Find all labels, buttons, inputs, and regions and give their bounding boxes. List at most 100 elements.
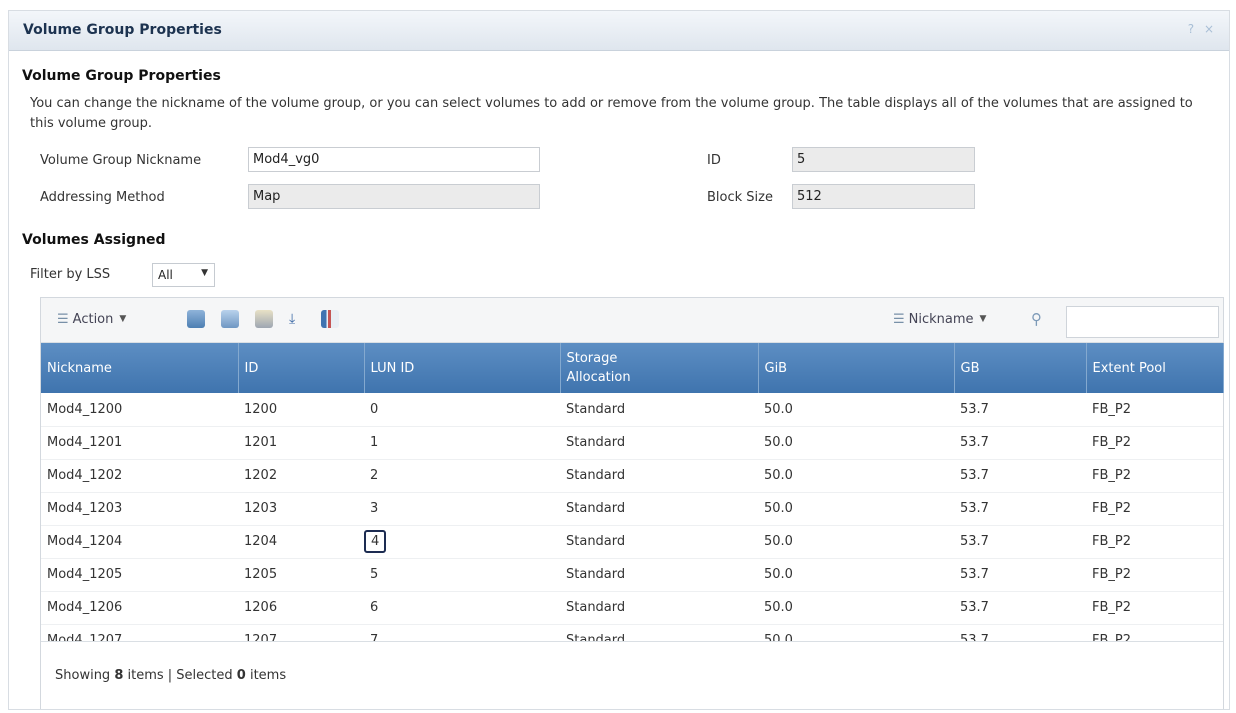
- table-row[interactable]: Mod4_1200 1200 0 Standard 50.0 53.7 FB_P…: [41, 393, 1223, 427]
- add-volume-icon[interactable]: [187, 308, 205, 330]
- table-row[interactable]: Mod4_1206 1206 6 Standard 50.0 53.7 FB_P…: [41, 591, 1223, 625]
- help-icon[interactable]: ?: [1188, 22, 1197, 36]
- nickname-filter-label: Nickname: [908, 311, 974, 327]
- cell-gb: 53.7: [954, 591, 1086, 625]
- properties-heading: Volume Group Properties: [22, 68, 221, 84]
- column-header-lun-id[interactable]: LUN ID: [364, 343, 561, 393]
- cell-extent-pool: FB_P2: [1086, 558, 1223, 592]
- action-menu[interactable]: ☰ Action ▼: [57, 308, 126, 330]
- dialog-titlebar: Volume Group Properties ? ×: [9, 11, 1229, 51]
- column-header-extent-pool[interactable]: Extent Pool: [1086, 343, 1224, 393]
- cell-gb: 53.7: [954, 426, 1086, 460]
- cell-nickname: Mod4_1205: [41, 558, 238, 592]
- download-icon[interactable]: ⤓: [289, 308, 295, 330]
- titlebar-icons: ? ×: [1188, 22, 1217, 36]
- status-showing-prefix: Showing: [55, 668, 115, 683]
- list-icon: ☰: [893, 311, 905, 327]
- table-row[interactable]: Mod4_1203 1203 3 Standard 50.0 53.7 FB_P…: [41, 492, 1223, 526]
- cell-gib: 50.0: [758, 393, 954, 427]
- cell-id: 1204: [238, 525, 364, 559]
- cell-gib: 50.0: [758, 426, 954, 460]
- grid-toolbar: ☰ Action ▼ ⤓ ☰ Nickname ▼ ⚲: [41, 298, 1223, 343]
- cell-storage-allocation: Standard: [560, 492, 758, 526]
- volumes-heading: Volumes Assigned: [22, 232, 166, 248]
- highlighted-lun-box: 4: [364, 530, 387, 553]
- chevron-down-icon: ▼: [979, 314, 987, 324]
- cell-extent-pool: FB_P2: [1086, 426, 1223, 460]
- addressing-method-label: Addressing Method: [40, 190, 165, 205]
- cell-id: 1205: [238, 558, 364, 592]
- nickname-filter-menu[interactable]: ☰ Nickname ▼: [893, 308, 986, 330]
- table-row[interactable]: Mod4_1202 1202 2 Standard 50.0 53.7 FB_P…: [41, 459, 1223, 493]
- copy-icon[interactable]: [221, 308, 239, 330]
- status-selected-suffix: items: [245, 668, 287, 683]
- cell-gb: 53.7: [954, 525, 1086, 559]
- cell-storage-allocation: Standard: [560, 558, 758, 592]
- nickname-label: Volume Group Nickname: [40, 153, 202, 168]
- properties-description: You can change the nickname of the volum…: [30, 96, 1193, 131]
- cell-id: 1201: [238, 426, 364, 460]
- chevron-down-icon: ▼: [119, 314, 127, 324]
- column-header-gib[interactable]: GiB: [758, 343, 955, 393]
- table-row[interactable]: Mod4_1204 1204 4 Standard 50.0 53.7 FB_P…: [41, 525, 1223, 559]
- close-icon[interactable]: ×: [1204, 22, 1217, 36]
- dialog-title: Volume Group Properties: [23, 22, 222, 38]
- cell-id: 1203: [238, 492, 364, 526]
- table-header-row: Nickname ID LUN ID Storage Allocation Gi…: [41, 343, 1224, 393]
- cell-gib: 50.0: [758, 591, 954, 625]
- cell-gb: 53.7: [954, 558, 1086, 592]
- chevron-down-icon: ▼: [201, 268, 208, 278]
- cell-extent-pool: FB_P2: [1086, 393, 1223, 427]
- cell-storage-allocation: Standard: [560, 591, 758, 625]
- cell-lun-id: 5: [364, 558, 560, 592]
- cell-lun-id: 2: [364, 459, 560, 493]
- cell-id: 1200: [238, 393, 364, 427]
- block-size-field: 512: [792, 184, 975, 209]
- storage-allocation-label: Storage Allocation: [566, 351, 631, 385]
- cell-extent-pool: FB_P2: [1086, 525, 1223, 559]
- search-input[interactable]: [1066, 306, 1219, 338]
- cell-nickname: Mod4_1204: [41, 525, 238, 559]
- filter-lss-select[interactable]: All ▼: [152, 263, 215, 287]
- table-row[interactable]: Mod4_1205 1205 5 Standard 50.0 53.7 FB_P…: [41, 558, 1223, 592]
- action-menu-label: Action: [72, 311, 114, 327]
- id-label: ID: [707, 153, 721, 168]
- cell-storage-allocation: Standard: [560, 459, 758, 493]
- column-header-nickname[interactable]: Nickname: [41, 343, 239, 393]
- list-icon: ☰: [57, 311, 69, 327]
- columns-icon[interactable]: [321, 308, 339, 330]
- status-showing-suffix: items | Selected: [123, 668, 237, 683]
- id-field: 5: [792, 147, 975, 172]
- column-header-storage-allocation[interactable]: Storage Allocation: [560, 343, 759, 393]
- cell-nickname: Mod4_1203: [41, 492, 238, 526]
- print-icon[interactable]: [255, 308, 273, 330]
- filter-lss-value: All: [158, 268, 173, 282]
- addressing-method-field: Map: [248, 184, 540, 209]
- search-icon[interactable]: ⚲: [1031, 308, 1042, 330]
- nickname-input[interactable]: [248, 147, 540, 172]
- block-size-label: Block Size: [707, 190, 773, 205]
- cell-storage-allocation: Standard: [560, 393, 758, 427]
- cell-gib: 50.0: [758, 459, 954, 493]
- cell-lun-id: 3: [364, 492, 560, 526]
- filter-lss-label: Filter by LSS: [30, 267, 111, 282]
- column-header-id[interactable]: ID: [238, 343, 365, 393]
- cell-extent-pool: FB_P2: [1086, 591, 1223, 625]
- cell-nickname: Mod4_1200: [41, 393, 238, 427]
- volumes-table: Nickname ID LUN ID Storage Allocation Gi…: [41, 343, 1224, 658]
- cell-gb: 53.7: [954, 393, 1086, 427]
- volumes-grid: ☰ Action ▼ ⤓ ☰ Nickname ▼ ⚲ Nickname ID …: [40, 297, 1224, 709]
- cell-lun-id: 4: [364, 525, 560, 559]
- cell-nickname: Mod4_1201: [41, 426, 238, 460]
- cell-extent-pool: FB_P2: [1086, 459, 1223, 493]
- grid-status-bar: Showing 8 items | Selected 0 items: [41, 641, 1223, 709]
- cell-storage-allocation: Standard: [560, 426, 758, 460]
- cell-nickname: Mod4_1202: [41, 459, 238, 493]
- status-showing-count: 8: [114, 668, 124, 683]
- table-row[interactable]: Mod4_1201 1201 1 Standard 50.0 53.7 FB_P…: [41, 426, 1223, 460]
- column-header-gb[interactable]: GB: [954, 343, 1087, 393]
- cell-id: 1202: [238, 459, 364, 493]
- cell-lun-id: 6: [364, 591, 560, 625]
- cell-lun-id: 1: [364, 426, 560, 460]
- cell-gib: 50.0: [758, 525, 954, 559]
